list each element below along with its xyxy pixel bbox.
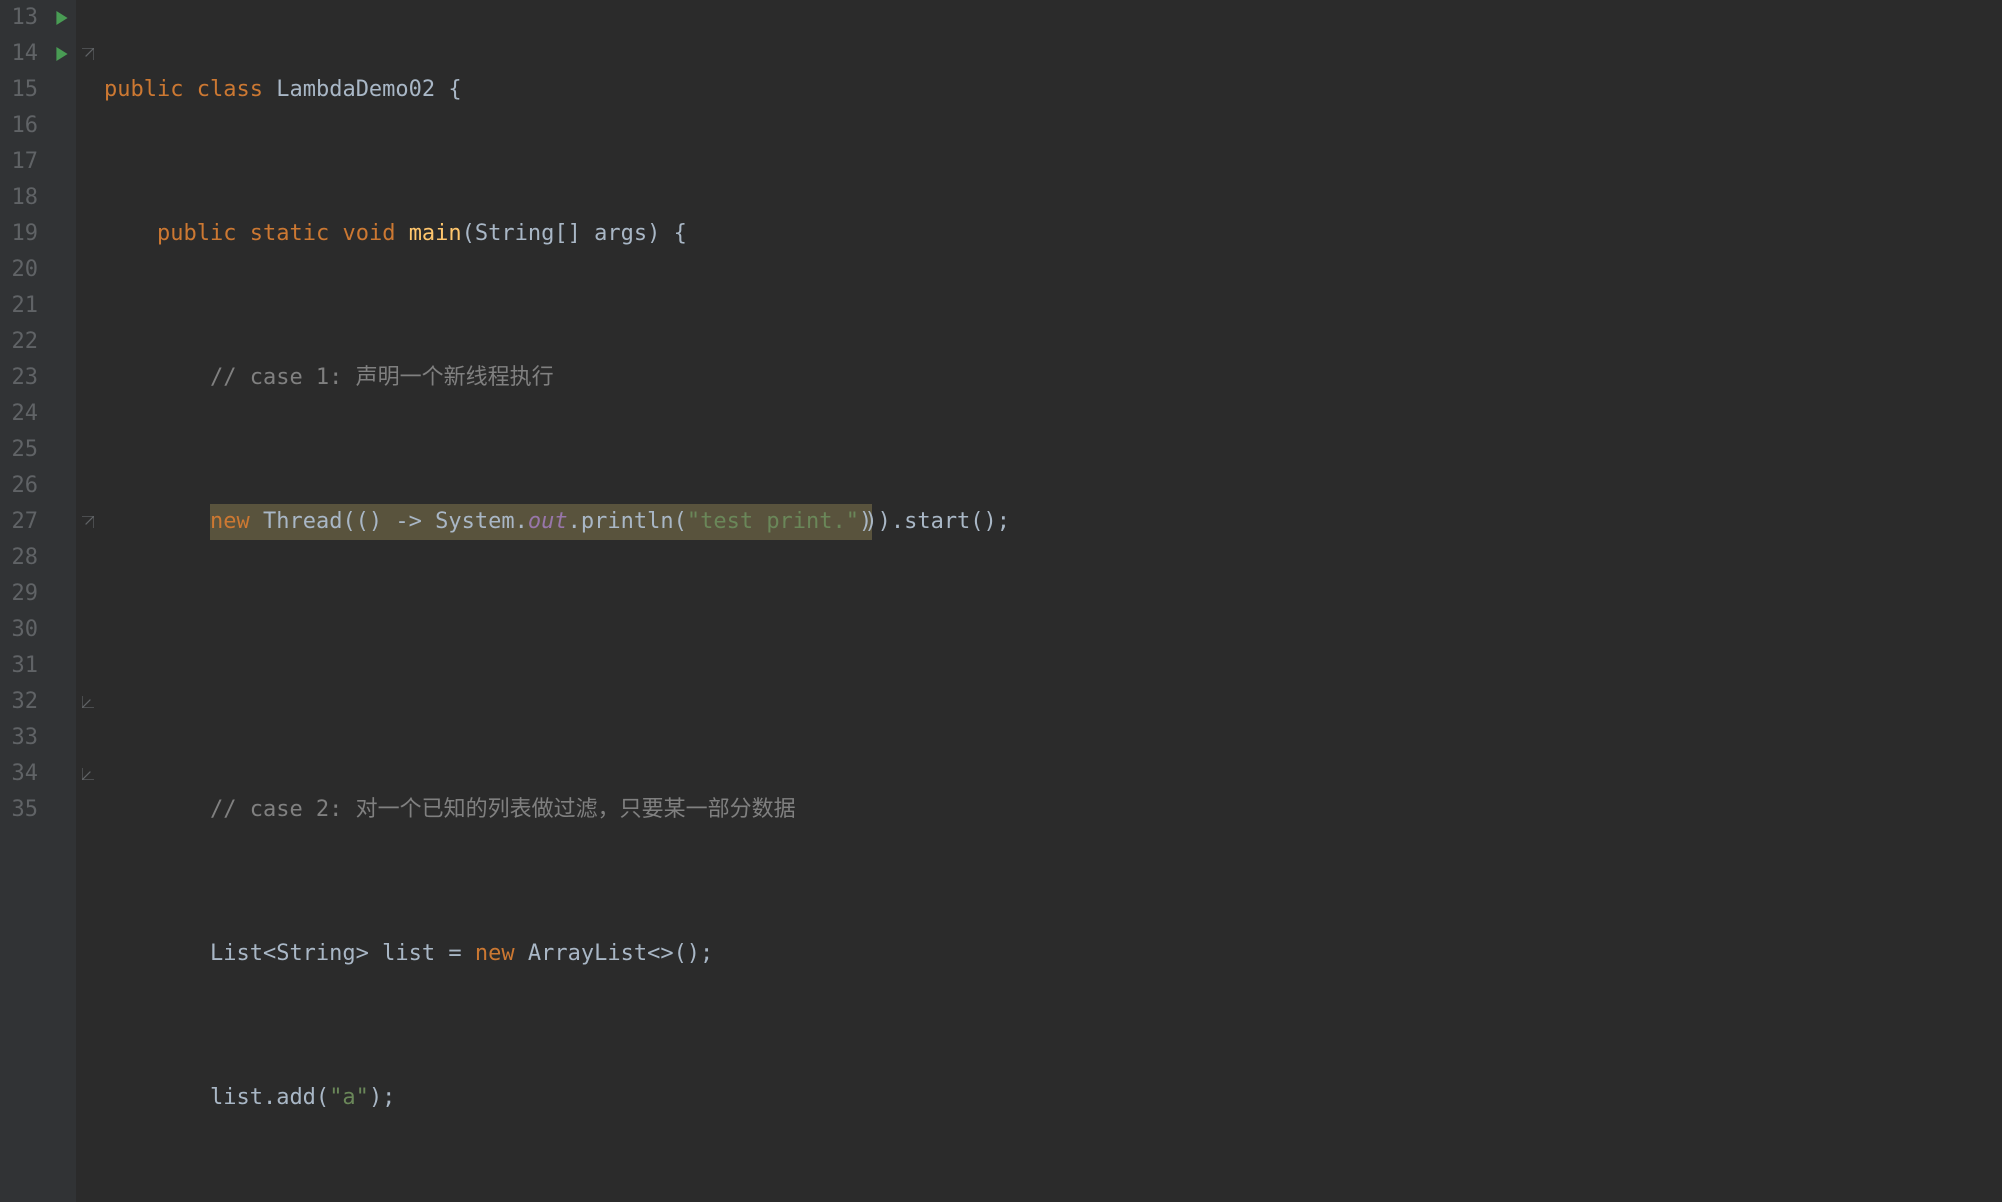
code-text: .println( [568, 509, 687, 534]
signature-token: (String[] args) { [462, 216, 687, 252]
code-text: list.add( [210, 1080, 329, 1116]
line-number: 14 [6, 36, 38, 72]
code-line[interactable]: new Thread(() -> System.out.println("tes… [104, 504, 2002, 540]
line-number: 29 [6, 576, 38, 612]
fold-close-icon[interactable] [76, 684, 100, 720]
code-text: List<String> list = [210, 936, 475, 972]
code-text: Thread(() -> System. [263, 509, 528, 534]
keyword-token: new [210, 509, 250, 534]
code-line[interactable]: // case 1: 声明一个新线程执行 [104, 360, 2002, 396]
line-number: 30 [6, 612, 38, 648]
line-number: 32 [6, 684, 38, 720]
comment-token: // case 2: 对一个已知的列表做过滤，只要某一部分数据 [210, 792, 796, 828]
line-number-gutter: 13 14 15 16 17 18 19 20 21 22 23 24 25 2… [0, 0, 48, 1202]
keyword-token: static [250, 216, 329, 252]
keyword-token: public [104, 72, 183, 108]
line-number: 33 [6, 720, 38, 756]
code-line[interactable]: public class LambdaDemo02 { [104, 72, 2002, 108]
line-number: 15 [6, 72, 38, 108]
line-number: 23 [6, 360, 38, 396]
line-number: 16 [6, 108, 38, 144]
string-token: "test print." [687, 509, 859, 534]
string-token: "a" [329, 1080, 369, 1116]
code-area[interactable]: public class LambdaDemo02 { public stati… [100, 0, 2002, 1202]
line-number: 24 [6, 396, 38, 432]
line-number: 20 [6, 252, 38, 288]
keyword-token: class [197, 72, 263, 108]
fold-close-icon[interactable] [76, 756, 100, 792]
field-token: out [528, 509, 568, 534]
keyword-token: void [342, 216, 395, 252]
line-number: 27 [6, 504, 38, 540]
line-number: 31 [6, 648, 38, 684]
line-number: 13 [6, 0, 38, 36]
line-number: 28 [6, 540, 38, 576]
code-line[interactable] [104, 648, 2002, 684]
keyword-token: public [157, 216, 236, 252]
code-text: )).start(); [864, 504, 1010, 540]
fold-open-icon[interactable] [76, 36, 100, 72]
run-line-icon[interactable] [48, 0, 76, 36]
line-number: 18 [6, 180, 38, 216]
line-number: 17 [6, 144, 38, 180]
line-number: 25 [6, 432, 38, 468]
code-editor[interactable]: 13 14 15 16 17 18 19 20 21 22 23 24 25 2… [0, 0, 2002, 1202]
code-line[interactable]: list.add("a"); [104, 1080, 2002, 1116]
line-number: 19 [6, 216, 38, 252]
code-line[interactable]: List<String> list = new ArrayList<>(); [104, 936, 2002, 972]
fold-open-icon[interactable] [76, 504, 100, 540]
line-number: 21 [6, 288, 38, 324]
class-name-token: LambdaDemo02 [276, 72, 435, 108]
run-line-icon[interactable] [48, 36, 76, 72]
code-line[interactable]: // case 2: 对一个已知的列表做过滤，只要某一部分数据 [104, 792, 2002, 828]
comment-token: // case 1: 声明一个新线程执行 [210, 360, 554, 396]
fold-gutter [76, 0, 100, 1202]
keyword-token: new [475, 936, 515, 972]
code-text: ); [369, 1080, 396, 1116]
brace-token: { [448, 72, 461, 108]
line-number: 34 [6, 756, 38, 792]
code-text: ArrayList<>(); [515, 936, 714, 972]
run-gutter [48, 0, 76, 1202]
line-number: 26 [6, 468, 38, 504]
line-number: 35 [6, 792, 38, 828]
code-line[interactable]: public static void main(String[] args) { [104, 216, 2002, 252]
method-name-token: main [409, 216, 462, 252]
line-number: 22 [6, 324, 38, 360]
